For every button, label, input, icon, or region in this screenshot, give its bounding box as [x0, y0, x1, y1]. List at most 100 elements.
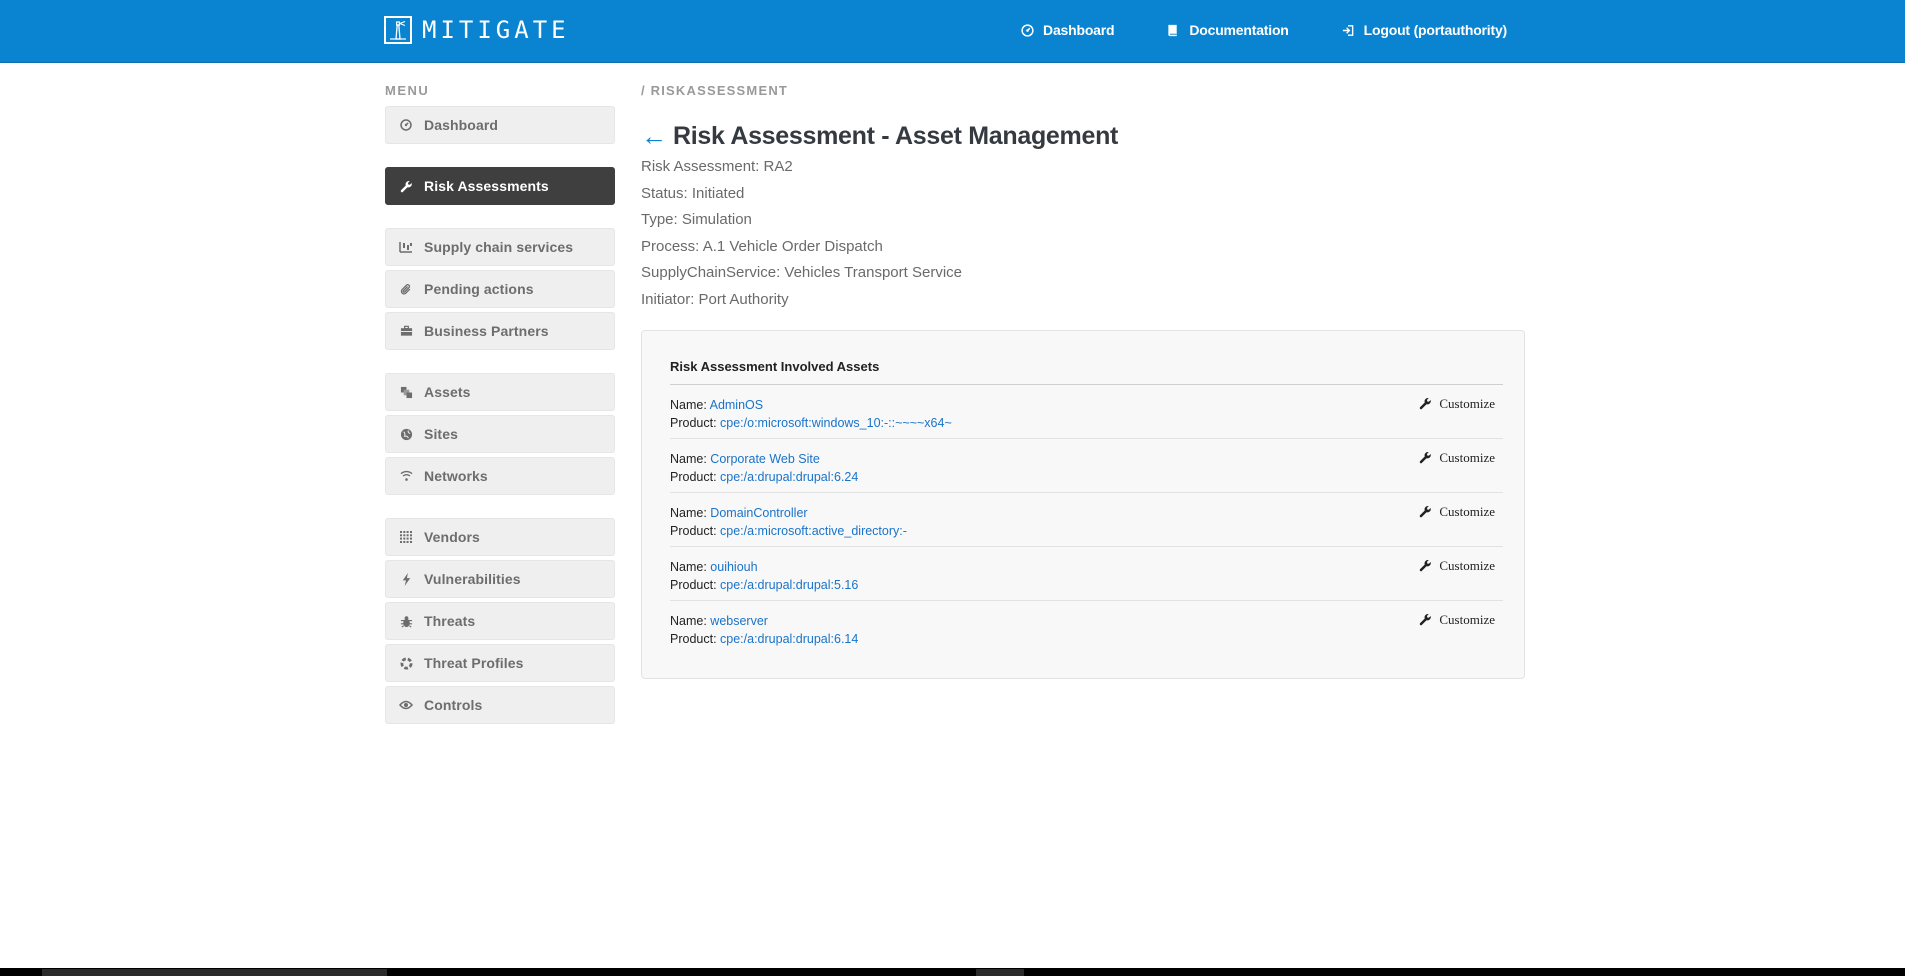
wrench-icon: [1418, 559, 1432, 573]
taskbar-segment: [976, 969, 1024, 976]
wrench-icon: [1418, 613, 1432, 627]
sidebar-item-assets[interactable]: Assets: [385, 373, 615, 411]
sidebar-item-label: Risk Assessments: [424, 178, 549, 194]
risk-assessment-info: Risk Assessment: RA2 Status: Initiated T…: [641, 154, 1525, 314]
asset-product-link[interactable]: cpe:/a:microsoft:active_directory:-: [720, 524, 907, 538]
sidebar-item-label: Controls: [424, 697, 483, 713]
top-bar: MITIGATE Dashboard Documentation Logout …: [0, 0, 1905, 63]
brand[interactable]: MITIGATE: [384, 16, 570, 44]
name-label: Name:: [670, 397, 710, 412]
spinner-icon: [399, 656, 413, 670]
breadcrumb: / RISKASSESSMENT: [641, 83, 789, 98]
asset-product-link[interactable]: cpe:/a:drupal:drupal:5.16: [720, 578, 858, 592]
sidebar-item-label: Supply chain services: [424, 239, 574, 255]
asset-name-link[interactable]: ouihiouh: [710, 560, 757, 574]
info-process: Process: A.1 Vehicle Order Dispatch: [641, 237, 883, 255]
top-nav: Dashboard Documentation Logout (portauth…: [968, 0, 1507, 60]
bug-icon: [399, 614, 413, 628]
list-item: Name: Corporate Web Site Product: cpe:/a…: [670, 439, 1503, 493]
info-supply-chain-service: SupplyChainService: Vehicles Transport S…: [641, 264, 962, 282]
sidebar-item-vulnerabilities[interactable]: Vulnerabilities: [385, 560, 615, 598]
page-title: Risk Assessment - Asset Management: [673, 121, 1119, 150]
paperclip-icon: [399, 282, 413, 296]
sidebar-item-dashboard[interactable]: Dashboard: [385, 106, 615, 144]
topnav-dashboard[interactable]: Dashboard: [1020, 22, 1115, 38]
sidebar-item-label: Threat Profiles: [424, 655, 524, 671]
topnav-logout[interactable]: Logout (portauthority): [1341, 22, 1507, 38]
topnav-logout-label: Logout (portauthority): [1363, 22, 1508, 38]
product-label: Product:: [670, 577, 721, 592]
grid-icon: [399, 530, 413, 544]
sidebar-item-label: Networks: [424, 468, 488, 484]
info-initiator: Initiator: Port Authority: [641, 290, 789, 308]
sidebar-item-label: Threats: [424, 613, 476, 629]
asset-name-link[interactable]: AdminOS: [710, 398, 764, 412]
asset-name-link[interactable]: Corporate Web Site: [710, 452, 820, 466]
list-item: Name: DomainController Product: cpe:/a:m…: [670, 493, 1503, 547]
lighthouse-logo-icon: [384, 16, 412, 44]
assets-icon: [399, 385, 413, 399]
topnav-documentation[interactable]: Documentation: [1166, 22, 1289, 38]
chain-icon: [399, 240, 413, 254]
sidebar-item-supply-chain-services[interactable]: Supply chain services: [385, 228, 615, 266]
sidebar-item-sites[interactable]: Sites: [385, 415, 615, 453]
name-label: Name:: [670, 613, 711, 628]
name-label: Name:: [670, 451, 711, 466]
sidebar-item-label: Vendors: [424, 529, 480, 545]
customize-button[interactable]: Customize: [1418, 396, 1495, 412]
sidebar-item-threat-profiles[interactable]: Threat Profiles: [385, 644, 615, 682]
customize-label: Customize: [1439, 557, 1495, 573]
book-icon: [1166, 23, 1180, 37]
menu-label: MENU: [385, 83, 430, 98]
customize-label: Customize: [1439, 611, 1495, 627]
asset-product-link[interactable]: cpe:/a:drupal:drupal:6.24: [720, 470, 858, 484]
sidebar-item-label: Vulnerabilities: [424, 571, 521, 587]
briefcase-icon: [399, 324, 413, 338]
name-label: Name:: [670, 505, 711, 520]
bolt-icon: [399, 572, 413, 586]
sidebar-item-business-partners[interactable]: Business Partners: [385, 312, 615, 350]
logout-icon: [1341, 23, 1355, 37]
brand-name: MITIGATE: [422, 16, 570, 44]
wrench-icon: [399, 179, 413, 193]
asset-name-link[interactable]: webserver: [710, 614, 768, 628]
sidebar-item-risk-assessments[interactable]: Risk Assessments: [385, 167, 615, 205]
customize-button[interactable]: Customize: [1418, 558, 1495, 574]
asset-name-link[interactable]: DomainController: [710, 506, 807, 520]
main-content: / RISKASSESSMENT ← Risk Assessment - Ass…: [641, 80, 1525, 679]
list-item: Name: AdminOS Product: cpe:/o:microsoft:…: [670, 385, 1503, 439]
sidebar-item-label: Dashboard: [424, 117, 499, 133]
customize-button[interactable]: Customize: [1418, 450, 1495, 466]
sidebar-item-label: Sites: [424, 426, 458, 442]
panel-title: Risk Assessment Involved Assets: [670, 359, 1503, 385]
wrench-icon: [1418, 397, 1432, 411]
info-type: Type: Simulation: [641, 211, 752, 229]
sidebar: MENU Dashboard Risk Assessments Supply c…: [385, 80, 615, 724]
customize-button[interactable]: Customize: [1418, 504, 1495, 520]
sidebar-item-pending-actions[interactable]: Pending actions: [385, 270, 615, 308]
sidebar-item-label: Business Partners: [424, 323, 549, 339]
taskbar-segment: [42, 969, 387, 976]
asset-product-link[interactable]: cpe:/a:drupal:drupal:6.14: [720, 632, 858, 646]
customize-button[interactable]: Customize: [1418, 612, 1495, 628]
sidebar-item-threats[interactable]: Threats: [385, 602, 615, 640]
sidebar-item-controls[interactable]: Controls: [385, 686, 615, 724]
list-item: Name: ouihiouh Product: cpe:/a:drupal:dr…: [670, 547, 1503, 601]
sidebar-item-label: Assets: [424, 384, 471, 400]
sidebar-item-vendors[interactable]: Vendors: [385, 518, 615, 556]
sidebar-item-label: Pending actions: [424, 281, 534, 297]
dashboard-icon: [1020, 23, 1034, 37]
topnav-dashboard-label: Dashboard: [1043, 22, 1115, 38]
involved-assets-panel: Risk Assessment Involved Assets Name: Ad…: [641, 329, 1525, 679]
info-risk-assessment: Risk Assessment: RA2: [641, 158, 793, 175]
product-label: Product:: [670, 469, 721, 484]
customize-label: Customize: [1439, 449, 1495, 465]
asset-product-link[interactable]: cpe:/o:microsoft:windows_10:-::~~~~x64~: [720, 416, 952, 430]
back-arrow-icon[interactable]: ←: [641, 121, 667, 151]
customize-label: Customize: [1439, 503, 1495, 519]
sidebar-item-networks[interactable]: Networks: [385, 457, 615, 495]
wrench-icon: [1418, 451, 1432, 465]
list-item: Name: webserver Product: cpe:/a:drupal:d…: [670, 601, 1503, 655]
wifi-icon: [399, 469, 413, 483]
name-label: Name:: [670, 559, 711, 574]
